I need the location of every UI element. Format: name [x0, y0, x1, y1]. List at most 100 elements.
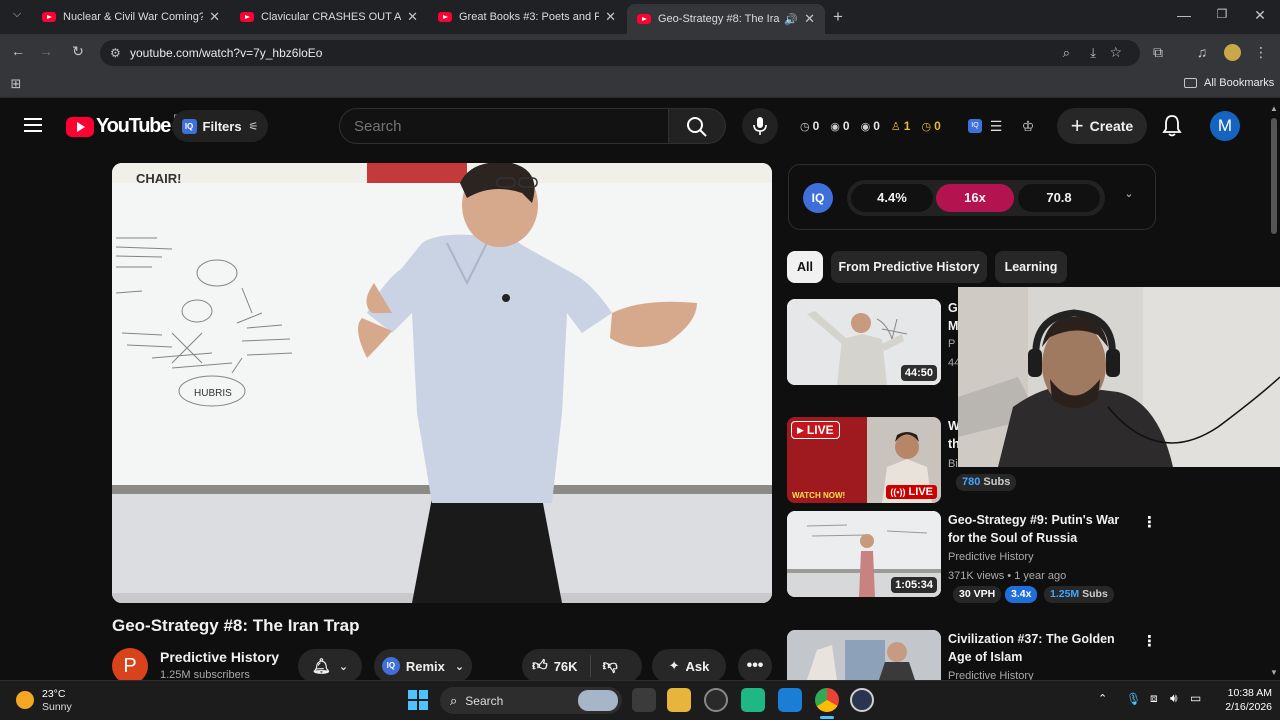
list-menu-icon[interactable]: ☰ — [988, 119, 1004, 133]
related-channel[interactable]: Predictive History — [948, 670, 1034, 680]
new-tab-button[interactable]: + — [830, 8, 846, 25]
youtube-logo[interactable]: YouTube PK — [66, 113, 185, 138]
volume-icon[interactable]: 🔊︎ — [1170, 691, 1178, 706]
stat-value: 1 — [903, 119, 911, 133]
extensions-icon[interactable]: ⧉ — [1150, 45, 1166, 59]
weather-temp[interactable]: 23°C — [42, 688, 65, 700]
app-icon[interactable] — [850, 688, 874, 712]
address-bar[interactable]: ⚙ youtube.com/watch?v=7y_hbz6loEo ⌕ ⤓ ☆ — [100, 40, 1140, 66]
tab-4-active[interactable]: Geo-Strategy #8: The Iran Tr 🔊 ✕ — [627, 4, 825, 34]
remix-button[interactable]: IQ Remix ⌄ — [374, 649, 472, 683]
related-title-fragment[interactable]: G — [948, 299, 958, 317]
close-tab-icon[interactable]: ✕ — [407, 9, 418, 25]
minimize-icon[interactable]: — — [1176, 8, 1192, 22]
tab-2[interactable]: Clavicular CRASHES OUT After ✕ — [230, 4, 428, 30]
chip-all[interactable]: All — [787, 251, 823, 283]
channel-avatar[interactable]: P — [112, 648, 148, 684]
install-app-icon[interactable]: ⤓ — [1090, 45, 1096, 61]
app-icon[interactable] — [704, 688, 728, 712]
expand-chevron-icon[interactable]: ⌄ — [1123, 189, 1135, 200]
all-bookmarks-folder[interactable]: All Bookmarks — [1184, 77, 1274, 89]
tab-1[interactable]: Nuclear & Civil War Coming? C ✕ — [32, 4, 230, 30]
related-title-fragment[interactable]: M — [948, 317, 958, 335]
hamburger-menu-icon[interactable] — [24, 118, 42, 132]
search-button[interactable] — [669, 108, 726, 144]
filters-button[interactable]: IQ Filters ⚟ — [172, 110, 268, 142]
multiplier-badge: 3.4x — [1005, 586, 1038, 603]
create-label: Create — [1089, 118, 1134, 134]
related-channel-fragment[interactable]: P — [948, 338, 955, 350]
weather-condition[interactable]: Sunny — [42, 701, 72, 713]
tab-search-chevron-icon[interactable]: ⌵ — [10, 9, 24, 20]
browser-menu-icon[interactable]: ⋮ — [1254, 45, 1268, 59]
profile-avatar-icon[interactable] — [1224, 44, 1241, 61]
close-tab-icon[interactable]: ✕ — [804, 11, 815, 27]
task-view-icon[interactable] — [632, 688, 656, 712]
show-hidden-icons[interactable]: ⌃ — [1098, 692, 1107, 705]
metric-score[interactable]: 70.8 — [1018, 184, 1100, 212]
app-icon[interactable] — [741, 688, 765, 712]
close-window-icon[interactable]: ✕ — [1252, 8, 1268, 22]
app-icon[interactable] — [778, 688, 802, 712]
trophy-icon[interactable]: ♔ — [1020, 119, 1036, 133]
url-text[interactable]: youtube.com/watch?v=7y_hbz6loEo — [130, 46, 322, 60]
notifications-bell-icon[interactable] — [1161, 114, 1183, 138]
weather-sun-icon[interactable] — [16, 691, 34, 709]
ask-button[interactable]: ✦ Ask — [652, 649, 726, 683]
channel-name[interactable]: Predictive History — [160, 649, 279, 665]
start-windows-icon[interactable] — [408, 690, 428, 710]
network-icon[interactable]: ⧈ — [1150, 691, 1158, 706]
related-title[interactable]: Civilization #37: The Golden Age of Isla… — [948, 630, 1126, 666]
related-thumbnail[interactable]: 1:05:34 — [787, 511, 941, 597]
close-tab-icon[interactable]: ✕ — [209, 9, 220, 25]
tab-3[interactable]: Great Books #3: Poets and Prop ✕ — [428, 4, 626, 30]
taskbar-search[interactable]: ⌕ Search — [440, 687, 622, 714]
related-channel[interactable]: Predictive History — [948, 551, 1034, 563]
chip-learning[interactable]: Learning — [995, 251, 1067, 283]
battery-icon[interactable]: ▭ — [1190, 691, 1201, 705]
extension-stats: ◷ 0 ◉ 0 ◉ 0 ♙ 1 ◷ 0 — [800, 119, 941, 133]
related-thumbnail[interactable] — [787, 630, 941, 680]
metric-percentage[interactable]: 4.4% — [851, 184, 933, 212]
audio-playing-icon[interactable]: 🔊 — [784, 13, 798, 26]
chip-from-channel[interactable]: From Predictive History — [831, 251, 987, 283]
related-thumbnail-live[interactable]: ▶ LIVE WATCH NOW! ((•)) LIVE — [787, 417, 941, 503]
subs-label: Subs — [1082, 588, 1108, 600]
chrome-icon[interactable] — [815, 688, 839, 712]
like-button[interactable]: 👍︎ 76K — [532, 657, 578, 675]
related-more-icon[interactable]: ⋮ — [1142, 513, 1157, 531]
site-info-icon[interactable]: ⚙ — [110, 46, 121, 60]
voice-search-button[interactable] — [742, 108, 778, 144]
back-icon[interactable]: ← — [10, 44, 26, 58]
dislike-button[interactable]: 👎︎ — [603, 657, 618, 675]
video-frame[interactable]: CHAIR! HUBRIS — [112, 163, 772, 603]
zoom-icon[interactable]: ⌕ — [1063, 45, 1070, 61]
close-tab-icon[interactable]: ✕ — [605, 9, 616, 25]
metric-multiplier[interactable]: 16x — [936, 184, 1014, 212]
account-avatar[interactable]: M — [1210, 111, 1240, 141]
more-actions-button[interactable]: ••• — [738, 649, 772, 683]
search-input[interactable] — [340, 109, 640, 143]
clock-time[interactable]: 10:38 AM — [1216, 687, 1272, 699]
related-title[interactable]: Geo-Strategy #9: Putin's War for the Sou… — [948, 511, 1126, 547]
subscribed-bell-button[interactable]: 🔔︎ ⌄ — [298, 649, 362, 683]
clock-date[interactable]: 2/16/2026 — [1216, 701, 1272, 713]
apps-grid-icon[interactable]: ⊞ — [9, 77, 23, 90]
file-explorer-icon[interactable] — [667, 688, 691, 712]
live-broadcast-icon: ((•)) — [890, 487, 906, 497]
iq-logo-icon[interactable]: IQ — [803, 183, 833, 213]
clock-icon: ◷ — [800, 120, 810, 133]
iq-extension-button[interactable]: IQ — [968, 119, 982, 133]
related-more-icon[interactable]: ⋮ — [1142, 632, 1157, 650]
maximize-icon[interactable]: ❐ — [1214, 8, 1230, 20]
related-thumbnail[interactable]: 44:50 — [787, 299, 941, 385]
bookmark-star-icon[interactable]: ☆ — [1109, 44, 1122, 61]
reload-icon[interactable]: ↻ — [70, 44, 86, 58]
video-player[interactable]: CHAIR! HUBRIS — [112, 163, 772, 603]
microphone-tray-icon[interactable]: 🎙︎ — [1126, 692, 1141, 706]
forward-icon[interactable]: → — [38, 44, 54, 58]
search-box[interactable] — [339, 108, 669, 144]
create-button[interactable]: + Create — [1057, 108, 1147, 144]
media-control-icon[interactable]: ♫ — [1194, 45, 1210, 59]
related-channel-fragment[interactable]: Bi — [948, 458, 958, 470]
